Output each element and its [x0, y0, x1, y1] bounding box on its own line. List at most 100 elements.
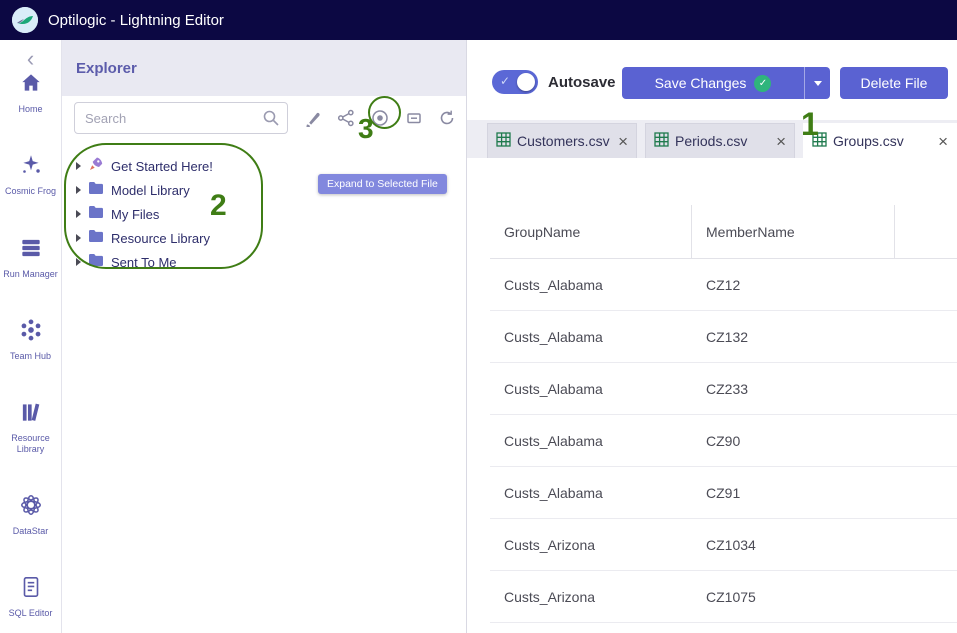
cell-groupname[interactable]: Custs_Alabama: [490, 363, 692, 414]
tree-item-label: Sent To Me: [111, 254, 177, 270]
table-row: Custs_Alabama CZ91: [490, 467, 957, 519]
cell-empty[interactable]: [895, 311, 957, 362]
delete-file-button[interactable]: Delete File: [840, 67, 948, 99]
tree-item-label: Resource Library: [111, 230, 210, 246]
cell-groupname[interactable]: Custs_Alabama: [490, 415, 692, 466]
save-changes-split-button: Save Changes ✓: [622, 67, 830, 99]
chevron-right-icon[interactable]: [76, 234, 81, 242]
cell-groupname[interactable]: Custs_Alabama: [490, 311, 692, 362]
chevron-down-icon: [813, 80, 822, 86]
tooltip-expand-to-selected-file: Expand to Selected File: [318, 174, 447, 194]
share-icon[interactable]: [337, 109, 355, 127]
editor-main: ✓ Autosave Save Changes ✓ Delete File Cu…: [467, 40, 957, 633]
column-header-empty: [895, 205, 957, 259]
close-icon[interactable]: ×: [618, 133, 628, 150]
tab-periods-csv[interactable]: Periods.csv ×: [645, 123, 795, 158]
table-row: Custs_Alabama CZ233: [490, 363, 957, 415]
cell-groupname[interactable]: Custs_Alabama: [490, 467, 692, 518]
file-tabs: Customers.csv × Periods.csv × Groups.csv…: [467, 120, 957, 158]
cell-groupname[interactable]: Custs_Arizona: [490, 571, 692, 622]
cell-membername[interactable]: CZ91: [692, 467, 895, 518]
run-manager-icon: [18, 235, 44, 266]
tab-customers-csv[interactable]: Customers.csv ×: [487, 123, 637, 158]
column-header-groupname: GroupName: [490, 205, 692, 259]
save-options-dropdown[interactable]: [804, 67, 830, 99]
cell-empty[interactable]: [895, 571, 957, 622]
save-changes-button[interactable]: Save Changes ✓: [622, 67, 804, 99]
search-icon: [262, 109, 280, 132]
sidebar-item-datastar[interactable]: DataStar: [1, 492, 61, 536]
table-row: Custs_Alabama CZ132: [490, 311, 957, 363]
cell-membername[interactable]: CZ90: [692, 415, 895, 466]
sidebar-item-team-hub[interactable]: Team Hub: [1, 317, 61, 361]
table-row: Custs_Arizona CZ1075: [490, 571, 957, 623]
resource-library-icon: [18, 399, 44, 430]
table-row: Custs_Alabama CZ12: [490, 259, 957, 311]
cell-membername[interactable]: CZ1075: [692, 571, 895, 622]
table-row: Custs_Alabama CZ90: [490, 415, 957, 467]
file-tree: Get Started Here! Model Library My Files: [62, 134, 466, 274]
chevron-right-icon[interactable]: [76, 186, 81, 194]
collapse-all-icon[interactable]: [405, 109, 423, 127]
folder-icon: [88, 181, 104, 200]
folder-icon: [88, 205, 104, 224]
autosave-control: ✓ Autosave: [492, 70, 616, 94]
sidebar-item-resource-library[interactable]: Resource Library: [1, 399, 61, 454]
cell-membername[interactable]: CZ12: [692, 259, 895, 310]
sidebar-item-home[interactable]: Home: [1, 70, 61, 114]
folder-icon: [88, 253, 104, 272]
app-title: Optilogic - Lightning Editor: [48, 11, 224, 29]
tree-item-label: Model Library: [111, 182, 190, 198]
chevron-right-icon[interactable]: [76, 162, 81, 170]
chevron-right-icon[interactable]: [76, 258, 81, 266]
cell-membername[interactable]: CZ132: [692, 311, 895, 362]
cell-empty[interactable]: [895, 467, 957, 518]
explorer-toolbar: [304, 108, 456, 128]
autosave-toggle[interactable]: ✓: [492, 70, 538, 94]
collapse-rail-icon[interactable]: ‹: [27, 48, 34, 70]
csv-table-icon: [496, 132, 511, 150]
cell-empty[interactable]: [895, 519, 957, 570]
format-pen-icon[interactable]: [304, 109, 322, 127]
close-icon[interactable]: ×: [938, 133, 948, 150]
cell-membername[interactable]: CZ233: [692, 363, 895, 414]
sql-editor-icon: [18, 574, 44, 605]
tree-item-sent-to-me[interactable]: Sent To Me: [76, 250, 466, 274]
search-box: [74, 102, 288, 134]
check-icon: ✓: [500, 74, 511, 88]
datastar-icon: [18, 492, 44, 523]
expand-to-selected-file-icon[interactable]: [370, 108, 390, 128]
explorer-controls: Expand to Selected File: [62, 96, 466, 194]
sidebar-item-label: Cosmic Frog: [4, 186, 56, 197]
saved-check-badge-icon: ✓: [754, 74, 772, 92]
cell-empty[interactable]: [895, 363, 957, 414]
cosmic-frog-icon: [18, 152, 44, 183]
explorer-panel: Explorer Search Expand to Selected File …: [62, 40, 467, 633]
save-changes-label: Save Changes: [654, 75, 747, 91]
sidebar-item-run-manager[interactable]: Run Manager: [1, 235, 61, 279]
folder-icon: [88, 229, 104, 248]
home-icon: [18, 70, 44, 101]
sidebar-item-label: Home: [18, 104, 43, 114]
delete-file-label: Delete File: [860, 75, 928, 91]
tab-groups-csv[interactable]: Groups.csv ×: [803, 123, 957, 158]
cell-empty[interactable]: [895, 259, 957, 310]
tree-item-label: Get Started Here!: [111, 158, 213, 174]
tree-item-my-files[interactable]: My Files: [76, 202, 466, 226]
csv-table-icon: [654, 132, 669, 150]
refresh-icon[interactable]: [438, 109, 456, 127]
search-input[interactable]: [74, 102, 288, 134]
table-header-row: GroupName MemberName: [490, 205, 957, 259]
sidebar-item-cosmic-frog[interactable]: Cosmic Frog: [1, 152, 61, 196]
cell-groupname[interactable]: Custs_Alabama: [490, 259, 692, 310]
cell-groupname[interactable]: Custs_Arizona: [490, 519, 692, 570]
tree-item-resource-library[interactable]: Resource Library: [76, 226, 466, 250]
cell-empty[interactable]: [895, 415, 957, 466]
left-rail: ‹ Home Cosmic Frog Run Manager Team Hub …: [0, 40, 62, 633]
chevron-right-icon[interactable]: [76, 210, 81, 218]
sidebar-item-sql-editor[interactable]: SQL Editor: [1, 574, 61, 618]
cell-membername[interactable]: CZ1034: [692, 519, 895, 570]
close-icon[interactable]: ×: [776, 133, 786, 150]
sidebar-item-label: Run Manager: [3, 268, 58, 279]
sidebar-item-label: Resource Library: [11, 433, 50, 454]
